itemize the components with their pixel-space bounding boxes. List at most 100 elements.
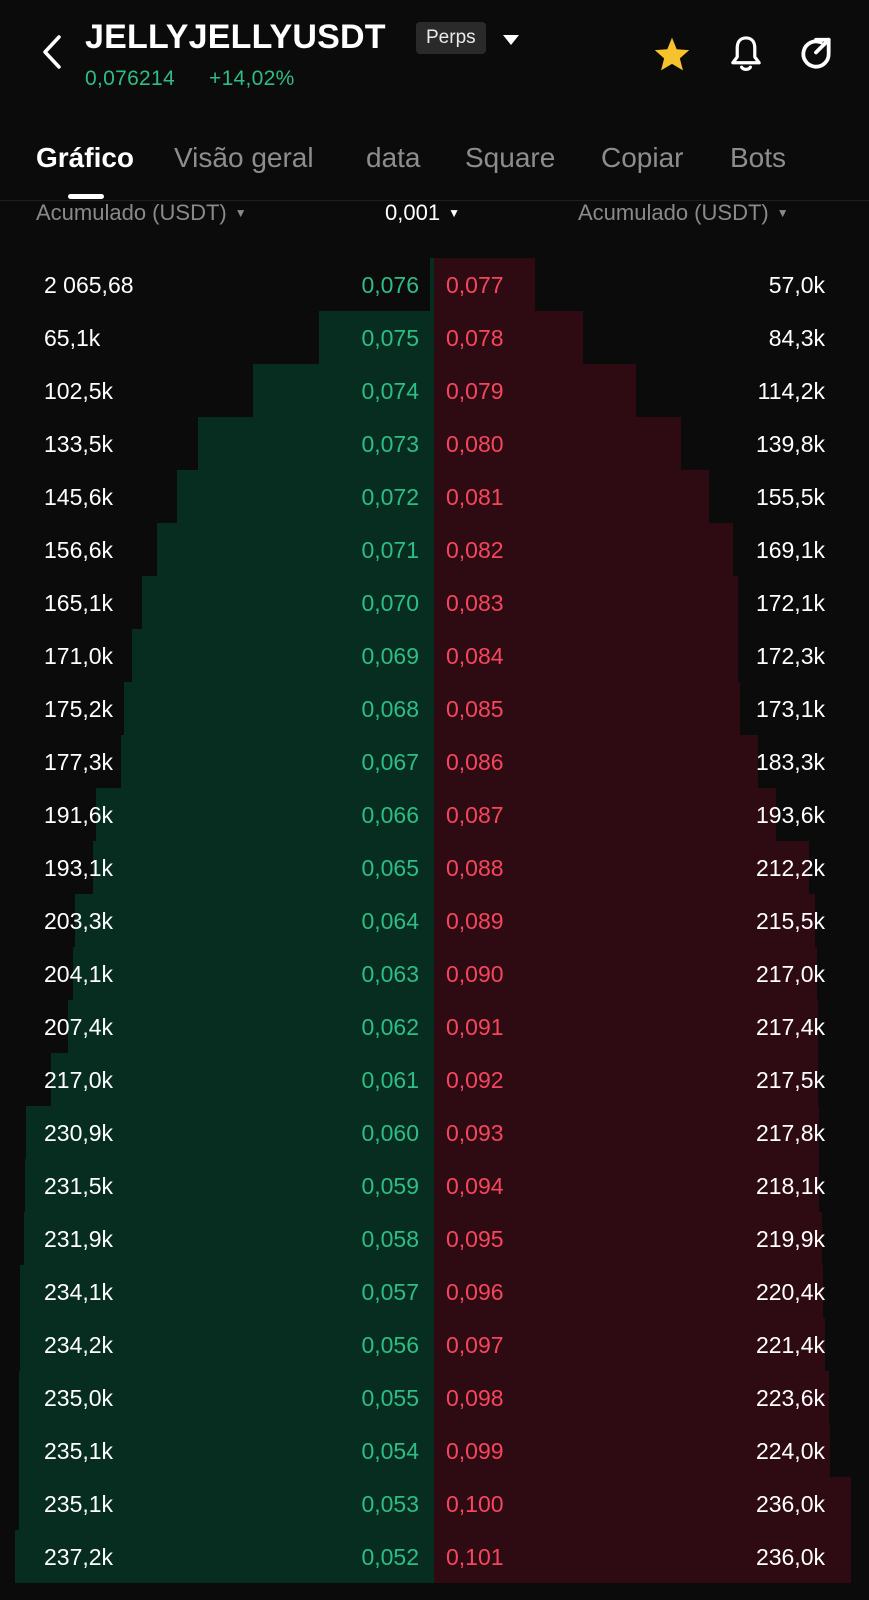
ask-total-cell: 224,0k <box>755 1438 825 1464</box>
star-icon[interactable] <box>652 34 692 74</box>
order-book-row[interactable]: 177,3k 0,067 0,086 183,3k <box>0 735 869 788</box>
ask-price-cell: 0,083 <box>446 590 504 616</box>
ask-total-cell: 57,0k <box>768 272 825 298</box>
order-book: 2 065,68 0,076 0,077 57,0k 65,1k 0,075 0,078 84… <box>0 258 869 1600</box>
tab-grafico[interactable]: Gráfico <box>36 142 134 174</box>
bid-price-cell: 0,054 <box>361 1438 419 1464</box>
order-book-row[interactable]: 235,1k 0,053 0,100 236,0k <box>0 1477 869 1530</box>
order-book-row[interactable]: 235,0k 0,055 0,098 223,6k <box>0 1371 869 1424</box>
order-book-row[interactable]: 231,5k 0,059 0,094 218,1k <box>0 1159 869 1212</box>
ask-total-cell: 223,6k <box>755 1385 825 1411</box>
bid-price-cell: 0,070 <box>361 590 419 616</box>
ask-total-cell: 217,0k <box>755 961 825 987</box>
bid-total-header[interactable]: Acumulado (USDT) ▼ <box>36 200 247 226</box>
order-book-row[interactable]: 133,5k 0,073 0,080 139,8k <box>0 417 869 470</box>
price-change: +14,02% <box>209 67 295 90</box>
bid-total-cell: 235,0k <box>44 1385 114 1411</box>
order-book-row[interactable]: 234,1k 0,057 0,096 220,4k <box>0 1265 869 1318</box>
caret-down-icon: ▼ <box>776 206 789 220</box>
ask-price-cell: 0,081 <box>446 484 504 510</box>
bid-price-cell: 0,053 <box>361 1491 419 1517</box>
bid-total-cell: 217,0k <box>44 1067 114 1093</box>
tab-square[interactable]: Square <box>465 142 555 174</box>
order-book-row[interactable]: 102,5k 0,074 0,079 114,2k <box>0 364 869 417</box>
order-book-row[interactable]: 191,6k 0,066 0,087 193,6k <box>0 788 869 841</box>
order-book-row[interactable]: 204,1k 0,063 0,090 217,0k <box>0 947 869 1000</box>
ask-price-cell: 0,095 <box>446 1226 504 1252</box>
order-book-row[interactable]: 171,0k 0,069 0,084 172,3k <box>0 629 869 682</box>
symbol-title[interactable]: JELLYJELLYUSDT <box>85 18 386 57</box>
order-book-row[interactable]: 237,2k 0,052 0,101 236,0k <box>0 1530 869 1583</box>
bid-total-cell: 234,1k <box>44 1279 114 1305</box>
order-book-row[interactable]: 145,6k 0,072 0,081 155,5k <box>0 470 869 523</box>
caret-down-icon[interactable] <box>501 30 521 50</box>
tab-copiar[interactable]: Copiar <box>601 142 683 174</box>
bid-price-cell: 0,056 <box>361 1332 419 1358</box>
ask-total-cell: 218,1k <box>755 1173 825 1199</box>
ask-price-cell: 0,084 <box>446 643 504 669</box>
ask-price-cell: 0,088 <box>446 855 504 881</box>
bid-total-cell: 145,6k <box>44 484 114 510</box>
ask-total-cell: 84,3k <box>768 325 825 351</box>
ask-total-cell: 215,5k <box>755 908 825 934</box>
ask-total-cell: 173,1k <box>755 696 825 722</box>
order-book-row[interactable]: 2 065,68 0,076 0,077 57,0k <box>0 258 869 311</box>
ask-price-cell: 0,092 <box>446 1067 504 1093</box>
order-book-row[interactable]: 217,0k 0,061 0,092 217,5k <box>0 1053 869 1106</box>
order-book-row[interactable]: 234,2k 0,056 0,097 221,4k <box>0 1318 869 1371</box>
share-icon[interactable] <box>796 34 836 74</box>
order-book-row[interactable]: 165,1k 0,070 0,083 172,1k <box>0 576 869 629</box>
bid-price-cell: 0,059 <box>361 1173 419 1199</box>
ask-price-cell: 0,077 <box>446 272 504 298</box>
back-arrow-icon[interactable] <box>32 28 72 76</box>
bid-total-cell: 133,5k <box>44 431 114 457</box>
bid-price-cell: 0,061 <box>361 1067 419 1093</box>
bid-price-cell: 0,060 <box>361 1120 419 1146</box>
bell-icon[interactable] <box>726 34 766 74</box>
order-book-row[interactable]: 207,4k 0,062 0,091 217,4k <box>0 1000 869 1053</box>
ask-total-header[interactable]: Acumulado (USDT) ▼ <box>578 200 789 226</box>
ask-price-cell: 0,091 <box>446 1014 504 1040</box>
perps-badge[interactable]: Perps <box>416 22 486 54</box>
ask-price-cell: 0,097 <box>446 1332 504 1358</box>
active-tab-indicator <box>68 194 104 199</box>
ask-total-cell: 155,5k <box>755 484 825 510</box>
order-book-row[interactable]: 156,6k 0,071 0,082 169,1k <box>0 523 869 576</box>
bid-total-cell: 235,1k <box>44 1491 114 1517</box>
ask-price-cell: 0,098 <box>446 1385 504 1411</box>
order-book-row[interactable]: 193,1k 0,065 0,088 212,2k <box>0 841 869 894</box>
bid-price-cell: 0,073 <box>361 431 419 457</box>
bid-total-cell: 156,6k <box>44 537 114 563</box>
precision-selector[interactable]: 0,001 ▼ <box>385 200 460 226</box>
ask-price-cell: 0,079 <box>446 378 504 404</box>
bid-price-cell: 0,052 <box>361 1544 419 1570</box>
ask-price-cell: 0,078 <box>446 325 504 351</box>
bid-total-cell: 102,5k <box>44 378 114 404</box>
bid-price-cell: 0,074 <box>361 378 419 404</box>
ask-price-cell: 0,100 <box>446 1491 504 1517</box>
order-book-row[interactable]: 65,1k 0,075 0,078 84,3k <box>0 311 869 364</box>
bid-total-cell: 234,2k <box>44 1332 114 1358</box>
tab-visao-geral[interactable]: Visão geral <box>174 142 314 174</box>
order-book-row[interactable]: 175,2k 0,068 0,085 173,1k <box>0 682 869 735</box>
ask-total-cell: 172,3k <box>755 643 825 669</box>
ask-total-cell: 172,1k <box>755 590 825 616</box>
tab-data[interactable]: data <box>366 142 421 174</box>
order-book-row[interactable]: 230,9k 0,060 0,093 217,8k <box>0 1106 869 1159</box>
order-book-row[interactable]: 203,3k 0,064 0,089 215,5k <box>0 894 869 947</box>
order-book-row[interactable]: 231,9k 0,058 0,095 219,9k <box>0 1212 869 1265</box>
ask-price-cell: 0,082 <box>446 537 504 563</box>
ask-price-cell: 0,086 <box>446 749 504 775</box>
tab-bots[interactable]: Bots <box>730 142 786 174</box>
ask-total-cell: 221,4k <box>755 1332 825 1358</box>
ask-price-cell: 0,085 <box>446 696 504 722</box>
ask-price-cell: 0,087 <box>446 802 504 828</box>
ask-total-cell: 183,3k <box>755 749 825 775</box>
ask-total-cell: 212,2k <box>755 855 825 881</box>
order-book-row[interactable]: 235,1k 0,054 0,099 224,0k <box>0 1424 869 1477</box>
ask-price-cell: 0,090 <box>446 961 504 987</box>
ask-price-cell: 0,089 <box>446 908 504 934</box>
bid-total-cell: 191,6k <box>44 802 114 828</box>
ask-total-cell: 219,9k <box>755 1226 825 1252</box>
ask-total-cell: 217,4k <box>755 1014 825 1040</box>
